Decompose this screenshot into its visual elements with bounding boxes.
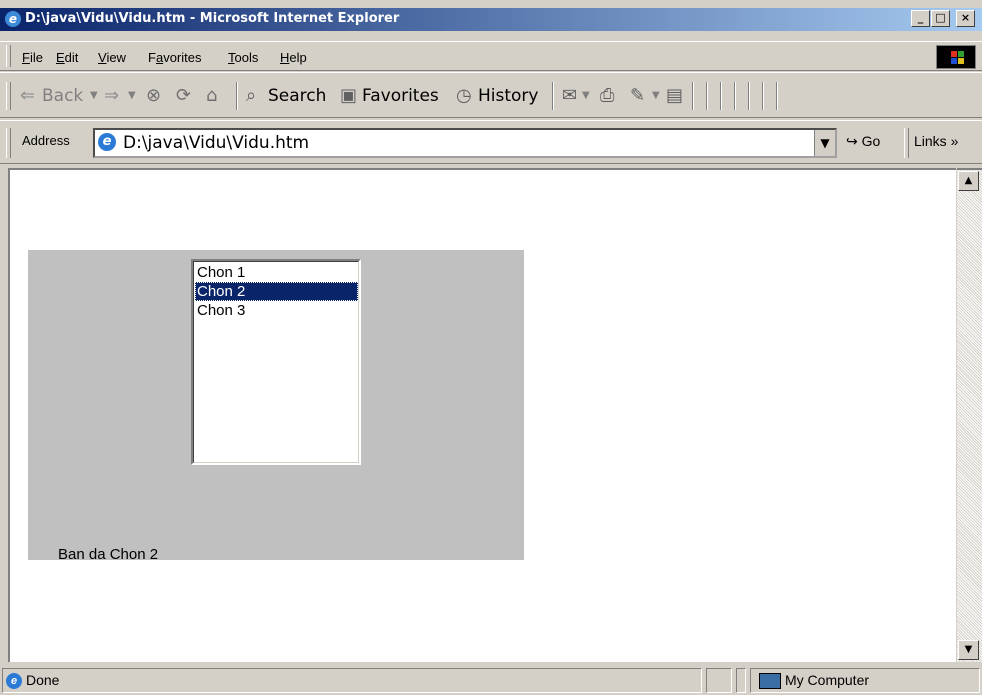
history-button[interactable]: History: [478, 86, 538, 106]
choice-listbox[interactable]: Chon 1 Chon 2 Chon 3: [191, 259, 361, 465]
vertical-scrollbar[interactable]: ▲ ▼: [957, 168, 982, 662]
toolbar-separator: [776, 82, 778, 110]
address-label: Address: [22, 133, 70, 148]
edit-dropdown-icon[interactable]: ▼: [652, 86, 660, 106]
window-title: D:\java\Vidu\Vidu.htm - Microsoft Intern…: [25, 11, 400, 26]
menu-view[interactable]: View: [98, 50, 126, 65]
toolbar-separator: [706, 82, 708, 110]
toolbar-separator: [734, 82, 736, 110]
search-button[interactable]: Search: [268, 86, 326, 106]
selection-result-label: Ban da Chon 2: [58, 546, 159, 563]
menu-grip[interactable]: [6, 45, 11, 67]
status-main-panel: e Done: [2, 668, 702, 693]
favorites-button[interactable]: Favorites: [362, 86, 439, 106]
page-icon: e: [98, 133, 116, 151]
toolbar-separator: [236, 82, 238, 110]
windows-logo-icon: [936, 45, 976, 69]
page-content: Chon 1 Chon 2 Chon 3 Ban da Chon 2: [8, 168, 956, 662]
toolbar-separator: [748, 82, 750, 110]
list-item-selected[interactable]: Chon 2: [195, 282, 358, 301]
links-grip[interactable]: [904, 128, 909, 158]
scroll-up-arrow-icon[interactable]: ▲: [958, 171, 979, 191]
menu-tools[interactable]: Tools: [228, 50, 258, 65]
go-label: Go: [861, 133, 881, 149]
zone-label: My Computer: [785, 672, 870, 688]
address-bar: Address e D:\java\Vidu\Vidu.htm ▼ ↪ Go L…: [0, 120, 982, 164]
minimize-button[interactable]: _: [911, 10, 930, 27]
status-panel: [706, 668, 732, 693]
page-done-icon: e: [6, 673, 22, 690]
go-arrow-icon: ↪: [846, 133, 858, 149]
back-button[interactable]: Back: [42, 86, 83, 106]
forward-dropdown-icon[interactable]: ▼: [128, 86, 136, 106]
discuss-icon[interactable]: ▤: [666, 86, 683, 106]
toolbar-separator: [762, 82, 764, 110]
toolbar-separator: [720, 82, 722, 110]
refresh-icon[interactable]: ⟳: [176, 86, 191, 106]
mail-icon[interactable]: ✉: [562, 86, 577, 106]
standard-toolbar: ⇐ Back ▼ ⇒ ▼ ⊗ ⟳ ⌂ ⌕ Search ▣ Favorites …: [0, 72, 982, 118]
toolbar-separator: [552, 82, 554, 110]
ie-logo-icon: e: [5, 11, 21, 27]
back-arrow-icon[interactable]: ⇐: [20, 86, 35, 106]
address-grip[interactable]: [6, 128, 11, 158]
browser-window: e D:\java\Vidu\Vidu.htm - Microsoft Inte…: [0, 0, 982, 695]
address-dropdown-button[interactable]: ▼: [814, 130, 835, 156]
address-url[interactable]: D:\java\Vidu\Vidu.htm: [123, 133, 309, 153]
menu-help[interactable]: Help: [280, 50, 307, 65]
links-button[interactable]: Links »: [914, 133, 958, 149]
toolbar-grip[interactable]: [6, 82, 11, 110]
my-computer-icon: [759, 673, 781, 690]
menu-file[interactable]: File: [22, 50, 43, 65]
links-label: Links: [914, 133, 947, 149]
edit-icon[interactable]: ✎: [630, 86, 645, 106]
close-button[interactable]: ×: [956, 10, 975, 27]
mail-dropdown-icon[interactable]: ▼: [582, 86, 590, 106]
scroll-down-arrow-icon[interactable]: ▼: [958, 640, 979, 660]
status-panel: [736, 668, 746, 693]
forward-arrow-icon[interactable]: ⇒: [104, 86, 119, 106]
address-input[interactable]: e D:\java\Vidu\Vidu.htm ▼: [93, 128, 837, 158]
go-button[interactable]: ↪ Go: [846, 133, 880, 150]
title-bar[interactable]: e D:\java\Vidu\Vidu.htm - Microsoft Inte…: [0, 8, 982, 31]
stop-icon[interactable]: ⊗: [146, 86, 161, 106]
menu-bar: File Edit View Favorites Tools Help: [0, 41, 982, 71]
print-icon[interactable]: ⎙: [600, 86, 614, 106]
chevron-right-icon: »: [950, 133, 959, 149]
status-bar: e Done My Computer: [0, 662, 982, 695]
toolbar-separator: [692, 82, 694, 110]
back-dropdown-icon[interactable]: ▼: [90, 86, 98, 106]
history-icon[interactable]: ◷: [456, 86, 472, 106]
status-text: Done: [26, 672, 60, 688]
menu-favorites[interactable]: Favorites: [148, 50, 201, 65]
list-item[interactable]: Chon 3: [195, 301, 358, 320]
favorites-icon[interactable]: ▣: [340, 86, 357, 106]
menu-edit[interactable]: Edit: [56, 50, 78, 65]
list-item[interactable]: Chon 1: [195, 263, 358, 282]
zone-panel: My Computer: [750, 668, 980, 693]
maximize-button[interactable]: □: [931, 10, 950, 27]
search-icon[interactable]: ⌕: [246, 86, 256, 106]
java-applet: Chon 1 Chon 2 Chon 3 Ban da Chon 2: [28, 250, 524, 563]
home-icon[interactable]: ⌂: [206, 86, 217, 106]
